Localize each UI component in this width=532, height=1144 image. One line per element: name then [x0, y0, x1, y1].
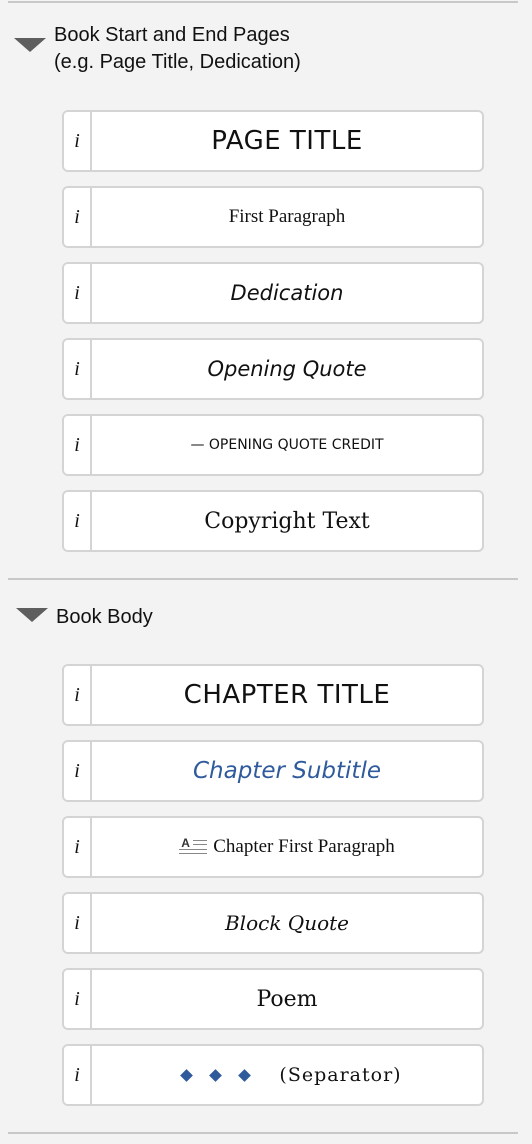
- style-label: Chapter Subtitle: [192, 758, 381, 784]
- style-item-block-quote[interactable]: i Block Quote: [62, 892, 484, 954]
- info-icon[interactable]: i: [64, 416, 92, 474]
- info-icon[interactable]: i: [64, 970, 92, 1028]
- diamond-icon: [209, 1068, 223, 1082]
- bottom-divider: [8, 1132, 518, 1134]
- style-label: Block Quote: [224, 911, 349, 935]
- top-divider: [8, 1, 518, 3]
- style-preview: A Chapter First Paragraph: [92, 818, 482, 876]
- start-end-styles-list: i PAGE TITLE i First Paragraph i Dedicat…: [62, 110, 484, 566]
- style-label: PAGE TITLE: [211, 126, 363, 156]
- diamond-icon: [238, 1068, 252, 1082]
- style-preview: (Separator): [92, 1046, 482, 1104]
- info-icon[interactable]: i: [64, 742, 92, 800]
- style-label: Copyright Text: [204, 508, 370, 534]
- separator-diamonds-icon: [172, 1068, 259, 1082]
- section-title: Book Body: [56, 606, 153, 628]
- drop-cap-icon: A: [179, 836, 208, 858]
- info-icon[interactable]: i: [64, 112, 92, 170]
- drop-cap-letter: A: [181, 836, 190, 850]
- info-icon[interactable]: i: [64, 666, 92, 724]
- style-label: First Paragraph: [228, 206, 346, 227]
- style-label: — OPENING QUOTE CREDIT: [190, 437, 384, 453]
- info-icon[interactable]: i: [64, 340, 92, 398]
- style-item-chapter-first-paragraph[interactable]: i A Chapter First Paragraph: [62, 816, 484, 878]
- book-body-styles-list: i CHAPTER TITLE i Chapter Subtitle i A C…: [62, 664, 484, 1120]
- style-item-poem[interactable]: i Poem: [62, 968, 484, 1030]
- style-item-copyright-text[interactable]: i Copyright Text: [62, 490, 484, 552]
- info-icon[interactable]: i: [64, 894, 92, 952]
- section-divider: [8, 578, 518, 580]
- style-item-dedication[interactable]: i Dedication: [62, 262, 484, 324]
- info-icon[interactable]: i: [64, 818, 92, 876]
- style-item-page-title[interactable]: i PAGE TITLE: [62, 110, 484, 172]
- section-header-book-body[interactable]: Book Body: [14, 604, 153, 631]
- style-label: Poem: [256, 986, 318, 1012]
- style-item-chapter-subtitle[interactable]: i Chapter Subtitle: [62, 740, 484, 802]
- style-item-separator[interactable]: i (Separator): [62, 1044, 484, 1106]
- style-item-opening-quote[interactable]: i Opening Quote: [62, 338, 484, 400]
- style-label: CHAPTER TITLE: [183, 680, 391, 710]
- style-label: Dedication: [230, 281, 344, 305]
- info-icon[interactable]: i: [64, 188, 92, 246]
- style-item-first-paragraph[interactable]: i First Paragraph: [62, 186, 484, 248]
- style-label: Chapter First Paragraph: [213, 836, 395, 857]
- collapse-triangle-icon[interactable]: [14, 38, 46, 52]
- style-label: (Separator): [279, 1064, 402, 1086]
- section-title: Book Start and End Pages (e.g. Page Titl…: [54, 22, 301, 76]
- info-icon[interactable]: i: [64, 492, 92, 550]
- style-item-opening-quote-credit[interactable]: i — OPENING QUOTE CREDIT: [62, 414, 484, 476]
- section-title-line1: Book Start and End Pages: [54, 24, 290, 46]
- diamond-icon: [180, 1068, 194, 1082]
- info-icon[interactable]: i: [64, 264, 92, 322]
- info-icon[interactable]: i: [64, 1046, 92, 1104]
- style-item-chapter-title[interactable]: i CHAPTER TITLE: [62, 664, 484, 726]
- style-label: Opening Quote: [207, 357, 367, 381]
- section-title-line2: (e.g. Page Title, Dedication): [54, 51, 301, 73]
- collapse-triangle-icon[interactable]: [16, 608, 48, 622]
- section-header-start-end-pages[interactable]: Book Start and End Pages (e.g. Page Titl…: [14, 22, 301, 76]
